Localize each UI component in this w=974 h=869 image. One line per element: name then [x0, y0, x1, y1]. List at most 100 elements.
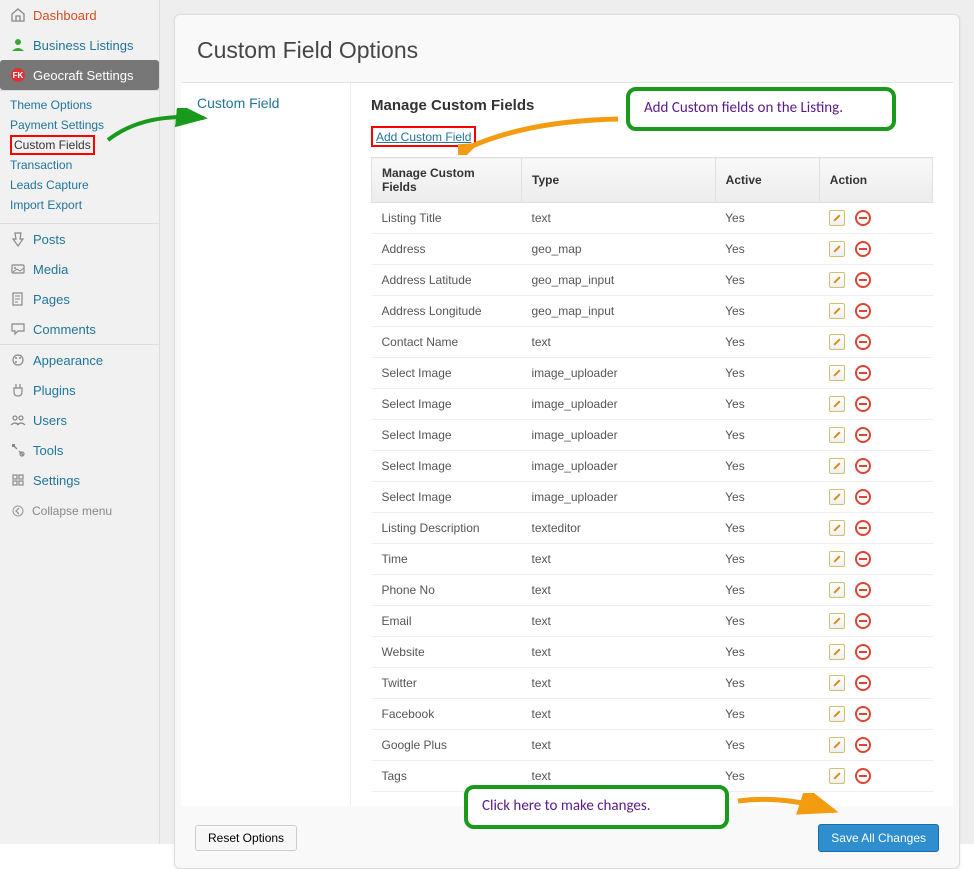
cell-active: Yes — [715, 513, 819, 544]
cell-name: Facebook — [372, 699, 522, 730]
menu-label: Tools — [33, 443, 63, 458]
edit-icon[interactable] — [829, 706, 845, 722]
menu-label: Appearance — [33, 353, 103, 368]
table-row: WebsitetextYes — [372, 637, 933, 668]
edit-icon[interactable] — [829, 551, 845, 567]
submenu-import-export[interactable]: Import Export — [10, 195, 159, 215]
edit-icon[interactable] — [829, 334, 845, 350]
edit-icon[interactable] — [829, 768, 845, 784]
delete-icon[interactable] — [855, 458, 871, 474]
settings-icon — [10, 472, 26, 488]
users-icon — [10, 412, 26, 428]
delete-icon[interactable] — [855, 644, 871, 660]
cell-name: Address Latitude — [372, 265, 522, 296]
menu-users[interactable]: Users — [0, 405, 159, 435]
menu-comments[interactable]: Comments — [0, 314, 159, 344]
menu-tools[interactable]: Tools — [0, 435, 159, 465]
edit-icon[interactable] — [829, 489, 845, 505]
collapse-menu[interactable]: Collapse menu — [0, 495, 159, 527]
table-row: Select Imageimage_uploaderYes — [372, 482, 933, 513]
appearance-icon — [10, 352, 26, 368]
cell-active: Yes — [715, 296, 819, 327]
delete-icon[interactable] — [855, 613, 871, 629]
delete-icon[interactable] — [855, 768, 871, 784]
edit-icon[interactable] — [829, 520, 845, 536]
cell-name: Select Image — [372, 420, 522, 451]
cell-active: Yes — [715, 327, 819, 358]
cell-action — [819, 389, 932, 420]
menu-settings[interactable]: Settings — [0, 465, 159, 495]
edit-icon[interactable] — [829, 241, 845, 257]
delete-icon[interactable] — [855, 582, 871, 598]
cell-action — [819, 203, 932, 234]
page-icon — [10, 291, 26, 307]
cell-action — [819, 761, 932, 792]
submenu-leads-capture[interactable]: Leads Capture — [10, 175, 159, 195]
menu-business-listings[interactable]: Business Listings — [0, 30, 159, 60]
save-button[interactable]: Save All Changes — [818, 824, 939, 852]
cell-type: geo_map_input — [522, 265, 716, 296]
table-row: Google PlustextYes — [372, 730, 933, 761]
delete-icon[interactable] — [855, 737, 871, 753]
menu-dashboard[interactable]: Dashboard — [0, 0, 159, 30]
menu-posts[interactable]: Posts — [0, 223, 159, 254]
menu-label: Media — [33, 262, 68, 277]
menu-label: Settings — [33, 473, 80, 488]
delete-icon[interactable] — [855, 489, 871, 505]
edit-icon[interactable] — [829, 210, 845, 226]
edit-icon[interactable] — [829, 644, 845, 660]
edit-icon[interactable] — [829, 737, 845, 753]
cell-active: Yes — [715, 668, 819, 699]
cell-active: Yes — [715, 358, 819, 389]
cell-name: Email — [372, 606, 522, 637]
delete-icon[interactable] — [855, 706, 871, 722]
edit-icon[interactable] — [829, 582, 845, 598]
cell-active: Yes — [715, 575, 819, 606]
cell-action — [819, 730, 932, 761]
cell-name: Contact Name — [372, 327, 522, 358]
cell-active: Yes — [715, 699, 819, 730]
edit-icon[interactable] — [829, 675, 845, 691]
menu-appearance[interactable]: Appearance — [0, 344, 159, 375]
cell-active: Yes — [715, 637, 819, 668]
edit-icon[interactable] — [829, 272, 845, 288]
cell-action — [819, 265, 932, 296]
fk-icon: FK — [10, 67, 26, 83]
edit-icon[interactable] — [829, 396, 845, 412]
submenu-transaction[interactable]: Transaction — [10, 155, 159, 175]
cell-active: Yes — [715, 234, 819, 265]
delete-icon[interactable] — [855, 210, 871, 226]
delete-icon[interactable] — [855, 520, 871, 536]
delete-icon[interactable] — [855, 272, 871, 288]
menu-plugins[interactable]: Plugins — [0, 375, 159, 405]
cell-active: Yes — [715, 265, 819, 296]
cell-action — [819, 513, 932, 544]
cell-type: text — [522, 575, 716, 606]
delete-icon[interactable] — [855, 241, 871, 257]
submenu-custom-fields[interactable]: Custom Fields — [10, 135, 95, 155]
delete-icon[interactable] — [855, 365, 871, 381]
cell-action — [819, 420, 932, 451]
cell-name: Phone No — [372, 575, 522, 606]
menu-pages[interactable]: Pages — [0, 284, 159, 314]
table-row: TwittertextYes — [372, 668, 933, 699]
edit-icon[interactable] — [829, 427, 845, 443]
reset-button[interactable]: Reset Options — [195, 825, 297, 851]
delete-icon[interactable] — [855, 396, 871, 412]
menu-media[interactable]: Media — [0, 254, 159, 284]
table-row: Select Imageimage_uploaderYes — [372, 389, 933, 420]
delete-icon[interactable] — [855, 303, 871, 319]
cell-active: Yes — [715, 451, 819, 482]
edit-icon[interactable] — [829, 365, 845, 381]
delete-icon[interactable] — [855, 551, 871, 567]
edit-icon[interactable] — [829, 303, 845, 319]
menu-geocraft-settings[interactable]: FKGeocraft Settings — [0, 60, 159, 90]
delete-icon[interactable] — [855, 675, 871, 691]
delete-icon[interactable] — [855, 334, 871, 350]
delete-icon[interactable] — [855, 427, 871, 443]
edit-icon[interactable] — [829, 458, 845, 474]
cell-name: Time — [372, 544, 522, 575]
cell-action — [819, 451, 932, 482]
edit-icon[interactable] — [829, 613, 845, 629]
cell-name: Address — [372, 234, 522, 265]
